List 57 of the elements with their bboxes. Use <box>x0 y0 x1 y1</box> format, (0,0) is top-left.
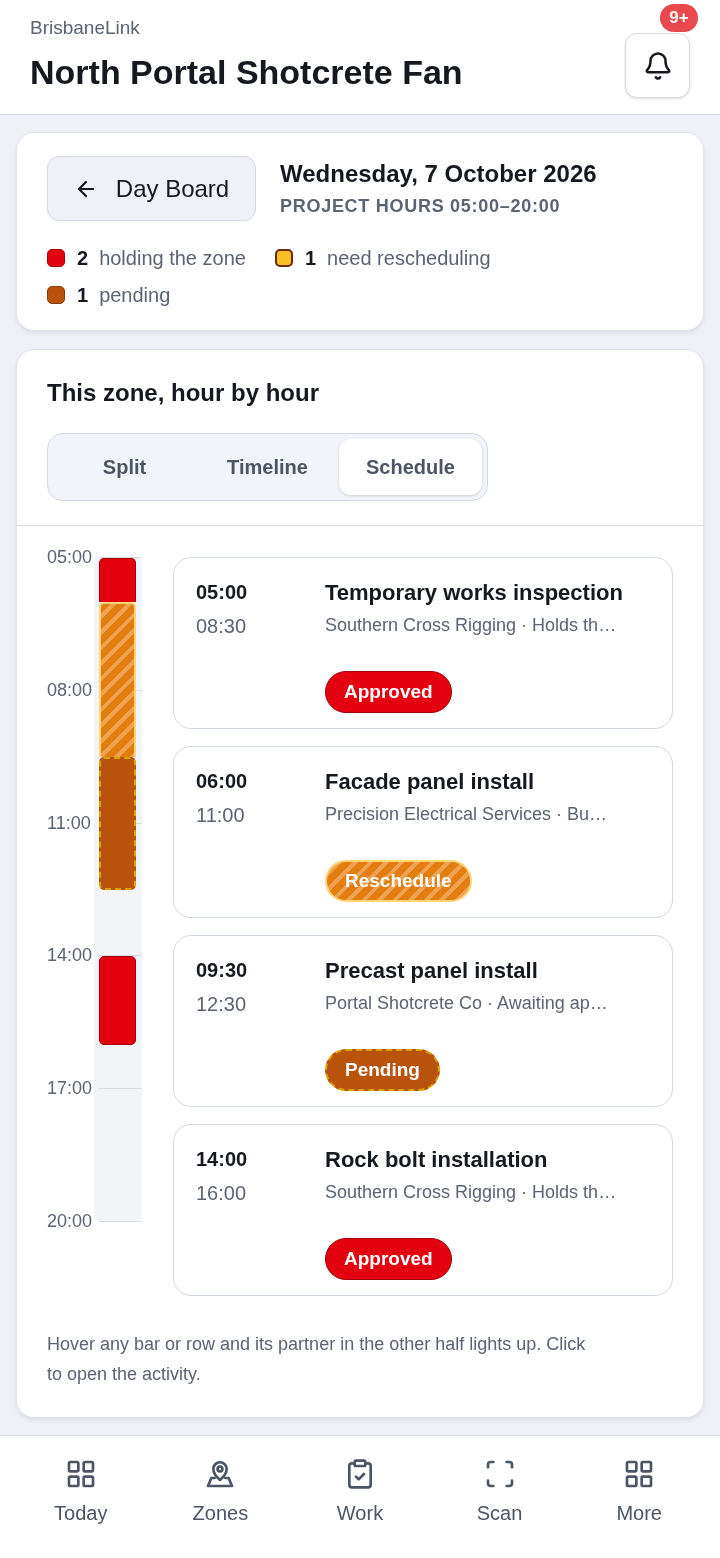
status-badge: Approved <box>325 1238 452 1280</box>
notification-badge: 9+ <box>660 4 698 32</box>
nav-item[interactable]: Work <box>290 1458 430 1558</box>
view-tab[interactable]: Split <box>53 439 196 495</box>
nav-item[interactable]: Zones <box>150 1458 291 1558</box>
status-badge: Pending <box>325 1049 440 1091</box>
hour-label: 20:00 <box>47 1210 93 1232</box>
app-name: BrisbaneLink <box>30 16 141 40</box>
page-title: North Portal Shotcrete Fan <box>30 52 463 92</box>
start-time: 14:00 <box>196 1147 248 1172</box>
hour-label: 08:00 <box>47 678 93 701</box>
hour-label: 11:00 <box>47 811 91 834</box>
end-time: 11:00 <box>196 803 245 828</box>
activity-title: Temporary works inspection <box>325 579 623 607</box>
view-tab[interactable]: Schedule <box>339 439 482 495</box>
legend-count: 1 <box>77 283 89 308</box>
start-time: 06:00 <box>196 769 248 794</box>
nav-item[interactable]: Scan <box>429 1458 570 1558</box>
activity-card[interactable]: 05:00 08:30 Temporary works inspection Southern Cross Rigging · Holds th… Approved <box>173 557 673 729</box>
activity-title: Precast panel install <box>325 957 538 985</box>
activity-detail: Portal Shotcrete Co · Awaiting ap… <box>325 992 608 1015</box>
start-time: 09:30 <box>196 958 248 983</box>
legend-swatch-icon <box>274 249 293 267</box>
day-board-button[interactable]: Day Board <box>47 156 256 221</box>
legend-label: pending <box>99 283 171 308</box>
legend-label: need rescheduling <box>327 246 491 271</box>
hour-label: 17:00 <box>47 1077 93 1100</box>
activity-detail: Precision Electrical Services · Bu… <box>325 803 608 826</box>
view-tab[interactable]: Timeline <box>196 439 339 495</box>
end-time: 08:30 <box>196 614 247 639</box>
legend-count: 1 <box>304 246 317 271</box>
hour-label: 14:00 <box>47 944 93 967</box>
activity-detail: Southern Cross Rigging · Holds th… <box>325 614 617 637</box>
activity-card[interactable]: 14:00 16:00 Rock bolt installation Southern Cross Rigging · Holds th… Approved <box>173 1124 673 1296</box>
status-badge: Approved <box>325 671 452 713</box>
nav-item[interactable]: More <box>569 1458 709 1558</box>
start-time: 05:00 <box>196 580 248 605</box>
activity-title: Rock bolt installation <box>325 1146 548 1174</box>
activity-title: Facade panel install <box>325 768 535 796</box>
activity-detail: Southern Cross Rigging · Holds th… <box>325 1181 617 1204</box>
activity-card[interactable]: 06:00 11:00 Facade panel install Precision Electrical Services · Bu… Reschedule <box>173 746 673 918</box>
activity-card[interactable]: 09:30 12:30 Precast panel install Portal Shotcrete Co · Awaiting ap… Pending <box>173 935 673 1107</box>
nav-item[interactable]: Today <box>11 1458 151 1558</box>
legend-swatch-icon <box>47 249 65 267</box>
date-heading: Wednesday, 7 October 2026 <box>280 159 597 189</box>
notifications-button[interactable] <box>625 33 690 98</box>
legend-count: 2 <box>77 246 89 271</box>
project-hours: PROJECT HOURS 05:00–20:00 <box>280 195 562 218</box>
end-time: 16:00 <box>196 1181 247 1206</box>
legend-swatch-icon <box>47 286 65 304</box>
hour-label: 05:00 <box>47 546 93 568</box>
timeline-bar[interactable] <box>99 558 136 603</box>
status-badge: Reschedule <box>325 860 472 902</box>
legend-label: holding the zone <box>99 246 246 271</box>
hint-text: Hover any bar or row and its partner in the other half lights up. Click to open the activity. <box>47 1333 587 1386</box>
end-time: 12:30 <box>196 992 247 1017</box>
section-title: This zone, hour by hour <box>47 378 320 408</box>
